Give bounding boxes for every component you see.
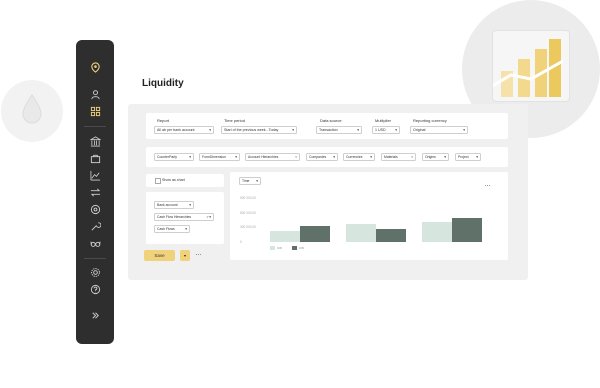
chip-label: Companies (309, 155, 327, 159)
wrench-icon[interactable] (88, 219, 102, 233)
dimension-bar: CounterParty ▾ FormDimension ▾ Account Hie… (146, 147, 508, 167)
chip-companies[interactable]: Companies ▾ (306, 153, 338, 161)
show-as-chart-checkbox[interactable] (155, 178, 161, 184)
group-panel: Bank account ▾ Cash Flow Hierarchies ▿ ▾ C… (146, 192, 224, 244)
time-period-select[interactable]: Start of the previous week - Today ▾ (221, 126, 297, 134)
transfer-icon[interactable] (88, 185, 102, 199)
multiplier-label: Multiplier (375, 118, 392, 123)
chip-label: CounterParty (157, 155, 177, 159)
show-as-chart-card: Show as chart (146, 174, 224, 187)
chevron-down-icon: ▾ (209, 128, 211, 132)
user-icon[interactable] (88, 87, 102, 101)
chevron-down-icon: ▾ (183, 253, 186, 258)
chevron-down-icon: ▾ (444, 155, 446, 159)
chip-label: Currencies (346, 155, 363, 159)
chevron-down-icon: ▾ (395, 128, 397, 132)
chevron-down-icon: ▾ (189, 203, 191, 207)
show-as-chart-label: Show as chart (162, 178, 185, 182)
chip-counterparty[interactable]: CounterParty ▾ (154, 153, 194, 161)
chevron-down-icon: ▾ (333, 155, 335, 159)
reporting-currency-value: Original (413, 128, 426, 132)
data-source-value: Transaction (319, 128, 338, 132)
y-tick-label: 900 000,00 (240, 196, 256, 200)
data-source-label: Data source (320, 118, 342, 123)
y-tick-label: 300 000,00 (240, 225, 256, 230)
chart-card: Time ▾ … 900 000,00 600 000,00 300 000,00 0 C… (230, 172, 508, 260)
filter-icon: ▿ (411, 155, 413, 159)
chip-account-hierarchies[interactable]: Account Hierarchies ▿ (245, 153, 300, 161)
chip-origins[interactable]: Origins ▾ (422, 153, 449, 161)
report-label: Report (157, 118, 170, 123)
chart-bar[interactable] (376, 229, 406, 242)
chip-label: Project (458, 155, 469, 159)
bar-chart: 900 000,00 600 000,00 300 000,00 0 CW CW (230, 172, 508, 260)
chevron-down-icon: ▾ (463, 128, 465, 132)
reporting-currency-select[interactable]: Original ▾ (410, 126, 468, 134)
y-tick-label: 0 (240, 240, 242, 244)
globe-settings-icon[interactable] (88, 202, 102, 216)
more-options-button[interactable]: … (195, 250, 203, 257)
chevron-down-icon: ▾ (357, 128, 359, 132)
chevron-down-icon: ▾ (235, 155, 237, 159)
chip-label: Materials (384, 155, 398, 159)
sidebar-divider (84, 126, 106, 127)
save-options-button[interactable]: ▾ (180, 250, 190, 261)
chevron-down-icon: ▾ (476, 155, 478, 159)
chip-materials[interactable]: Materials ▿ (381, 153, 416, 161)
chip-label: FormDimension (202, 155, 226, 159)
data-source-select[interactable]: Transaction ▾ (316, 126, 362, 134)
filter-bar: Report All ab per bank account ▾ Time per… (146, 113, 508, 139)
time-period-value: Start of the previous week - Today (224, 128, 279, 132)
report-value: All ab per bank account (157, 128, 195, 132)
page-title: Liquidity (142, 78, 184, 89)
chart-bar[interactable] (300, 226, 330, 242)
location-pin-icon[interactable] (88, 60, 102, 74)
select-label: Bank account (157, 203, 178, 207)
chart-bar[interactable] (452, 217, 482, 242)
filter-icon: ▿ (295, 155, 297, 159)
chip-label: Account Hierarchies (248, 155, 279, 159)
reporting-currency-label: Reporting currency (413, 118, 447, 123)
time-period-label: Time period (224, 118, 245, 123)
chart-bar[interactable] (346, 223, 376, 242)
legend-swatch (292, 246, 297, 250)
cash-flows-select[interactable]: Cash Flows ▾ (154, 225, 190, 233)
select-label: Cash Flows (157, 227, 175, 231)
save-button[interactable]: Save (144, 250, 175, 261)
briefcase-icon[interactable] (88, 151, 102, 165)
chevron-down-icon: ▾ (370, 155, 372, 159)
report-select[interactable]: All ab per bank account ▾ (154, 126, 214, 134)
chart-bar[interactable] (270, 231, 300, 242)
chip-currencies[interactable]: Currencies ▾ (343, 153, 375, 161)
chart-bar[interactable] (422, 221, 452, 242)
gear-icon[interactable] (88, 265, 102, 279)
chevron-down-icon: ▾ (185, 227, 187, 231)
sidebar-divider (84, 258, 106, 259)
chevron-down-icon: ▾ (292, 128, 294, 132)
y-tick-label: 600 000,00 (240, 210, 256, 215)
legend-label: CW (299, 246, 304, 250)
legend-label: CW (277, 246, 282, 250)
grid-icon[interactable] (88, 104, 102, 118)
chevron-down-icon: ▾ (189, 155, 191, 159)
bank-icon[interactable] (88, 134, 102, 148)
line-chart-icon[interactable] (88, 168, 102, 182)
help-icon[interactable] (88, 282, 102, 296)
expand-chevrons-icon[interactable] (88, 308, 102, 322)
multiplier-value: 1 USD (375, 128, 386, 132)
select-label: Cash Flow Hierarchies (157, 215, 192, 219)
bank-account-select[interactable]: Bank account ▾ (154, 201, 194, 209)
chart-growth-icon (486, 30, 570, 102)
drop-icon (22, 94, 42, 124)
sidebar (76, 40, 114, 344)
multiplier-select[interactable]: 1 USD ▾ (372, 126, 400, 134)
glasses-icon[interactable] (88, 236, 102, 250)
cash-flow-hierarchies-select[interactable]: Cash Flow Hierarchies ▿ ▾ (154, 213, 214, 221)
filter-icon: ▿ ▾ (206, 215, 211, 219)
chip-project[interactable]: Project ▾ (455, 153, 481, 161)
chip-label: Origins (425, 155, 436, 159)
legend-swatch (270, 246, 275, 250)
chip-formdimension[interactable]: FormDimension ▾ (199, 153, 240, 161)
